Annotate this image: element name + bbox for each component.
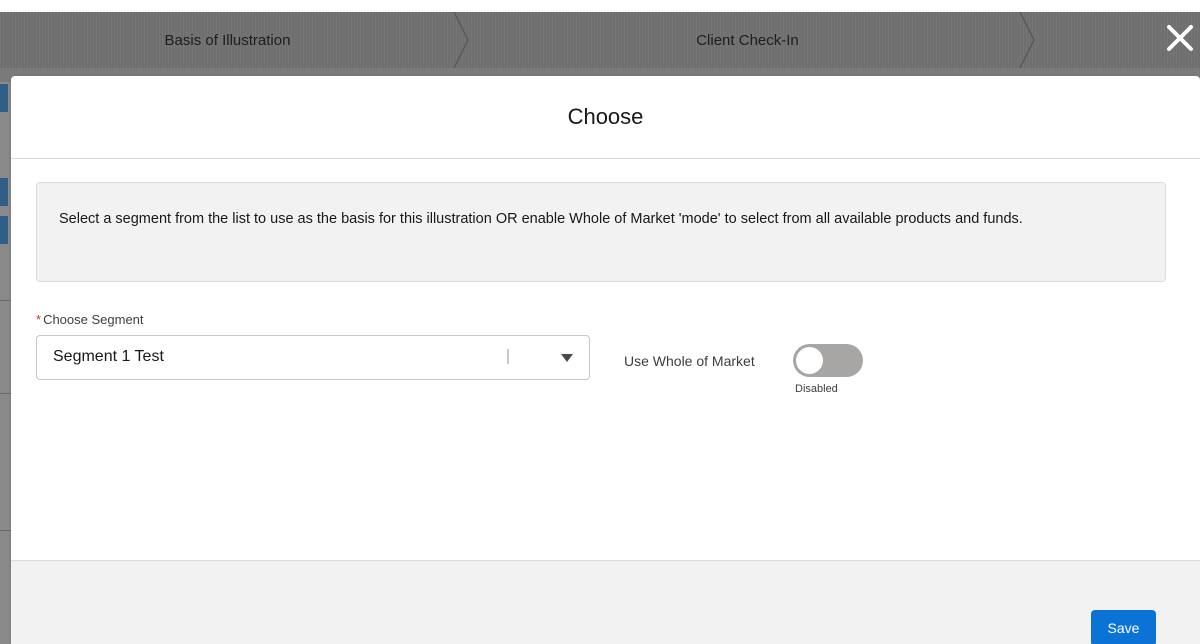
modal-header: Choose — [11, 76, 1200, 159]
screen: Basis of Illustration Client Check-In Ch… — [0, 0, 1200, 644]
required-indicator: * — [36, 312, 42, 327]
segment-select-value: Segment 1 Test — [53, 348, 164, 365]
path-step-label: Client Check-In — [696, 31, 799, 49]
modal-title: Choose — [567, 104, 644, 129]
path-bar: Basis of Illustration Client Check-In — [0, 12, 1200, 68]
chevron-separator-icon — [1019, 12, 1035, 68]
text-cursor-icon: I — [505, 345, 511, 369]
background-element — [0, 84, 8, 112]
chevron-separator-icon — [453, 12, 469, 68]
background-element — [0, 216, 8, 244]
background-divider — [0, 300, 11, 301]
caret-down-icon — [561, 354, 573, 362]
background-divider — [0, 393, 11, 394]
save-button[interactable]: Save — [1091, 610, 1156, 644]
toggle-knob — [796, 347, 823, 374]
whole-of-market-toggle[interactable] — [793, 344, 863, 377]
path-step-basis-of-illustration[interactable]: Basis of Illustration — [0, 12, 455, 68]
path-step-label: Basis of Illustration — [164, 31, 291, 49]
info-message-text: Select a segment from the list to use as… — [59, 211, 1023, 227]
path-step-client-check-in[interactable]: Client Check-In — [470, 12, 1025, 68]
info-message: Select a segment from the list to use as… — [36, 182, 1166, 282]
backdrop-left-edge — [0, 82, 11, 644]
close-button[interactable] — [1160, 14, 1200, 62]
segment-select[interactable]: Segment 1 Test I — [36, 335, 590, 380]
top-strip — [0, 0, 1200, 12]
whole-of-market-label: Use Whole of Market — [624, 353, 755, 369]
background-divider — [0, 530, 11, 531]
segment-field-label: * Choose Segment — [36, 312, 144, 327]
choose-modal: Choose Select a segment from the list to… — [11, 76, 1200, 644]
background-element — [0, 178, 8, 206]
segment-field-label-text: Choose Segment — [43, 312, 144, 327]
whole-of-market-status: Disabled — [795, 383, 838, 395]
close-icon — [1167, 25, 1193, 51]
modal-footer: Save — [11, 560, 1200, 644]
